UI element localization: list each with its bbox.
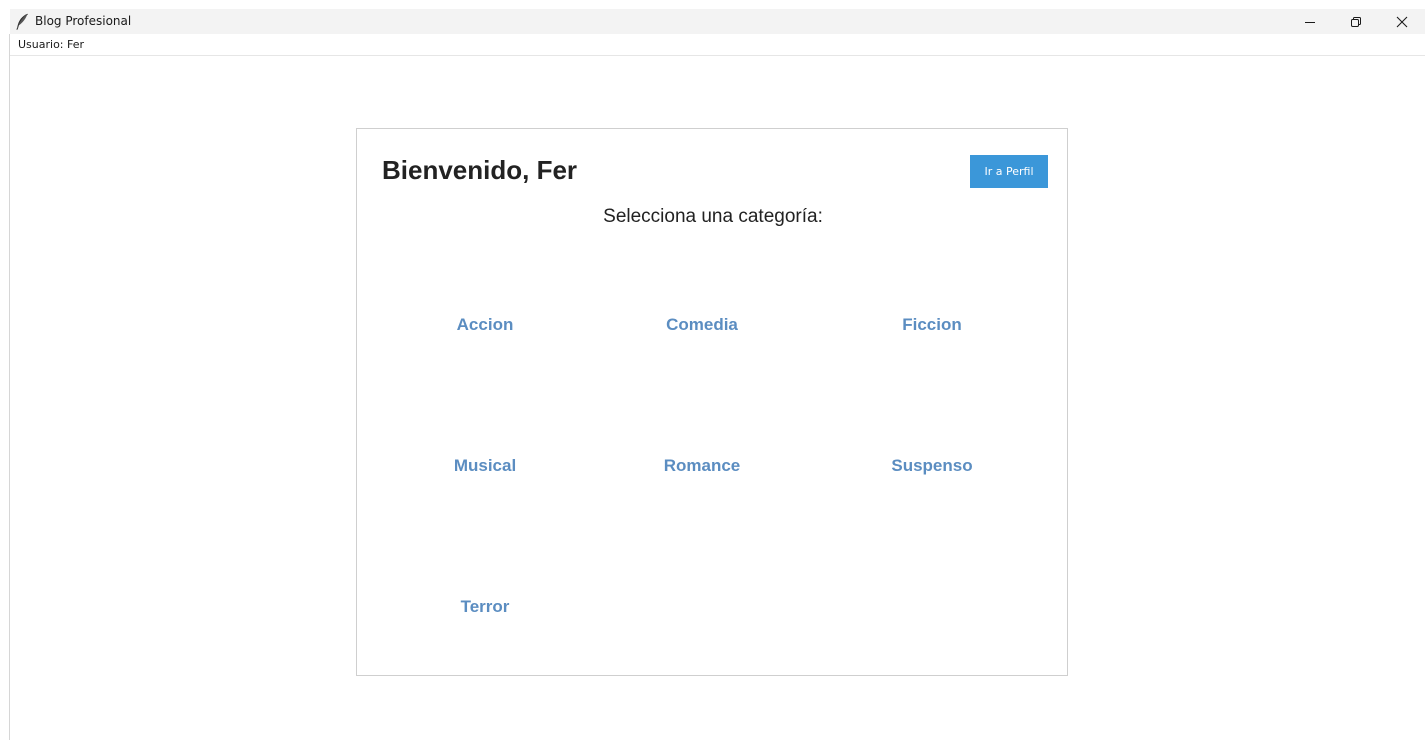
category-terror[interactable]: Terror <box>405 597 565 617</box>
window-controls <box>1287 9 1425 34</box>
window-title: Blog Profesional <box>35 14 132 28</box>
main-card: Bienvenido, Fer Ir a Perfil Selecciona u… <box>356 128 1068 676</box>
feather-icon <box>15 13 29 30</box>
user-strip: Usuario: Fer <box>10 34 1425 56</box>
close-button[interactable] <box>1379 9 1425 34</box>
category-musical[interactable]: Musical <box>405 456 565 476</box>
title-bar[interactable]: Blog Profesional <box>10 9 1425 34</box>
category-suspenso[interactable]: Suspenso <box>852 456 1012 476</box>
category-romance[interactable]: Romance <box>622 456 782 476</box>
user-label: Usuario: Fer <box>18 38 85 51</box>
category-accion[interactable]: Accion <box>405 315 565 335</box>
category-grid: Accion Comedia Ficcion Musical Romance S… <box>357 129 1069 677</box>
app-window: Blog Profesional Usuario: Fer Bienvenido… <box>0 0 1425 740</box>
minimize-button[interactable] <box>1287 9 1333 34</box>
category-comedia[interactable]: Comedia <box>622 315 782 335</box>
restore-icon <box>1350 16 1362 28</box>
minimize-icon <box>1304 16 1316 28</box>
window-edge <box>9 34 10 740</box>
close-icon <box>1396 16 1408 28</box>
category-ficcion[interactable]: Ficcion <box>852 315 1012 335</box>
restore-button[interactable] <box>1333 9 1379 34</box>
